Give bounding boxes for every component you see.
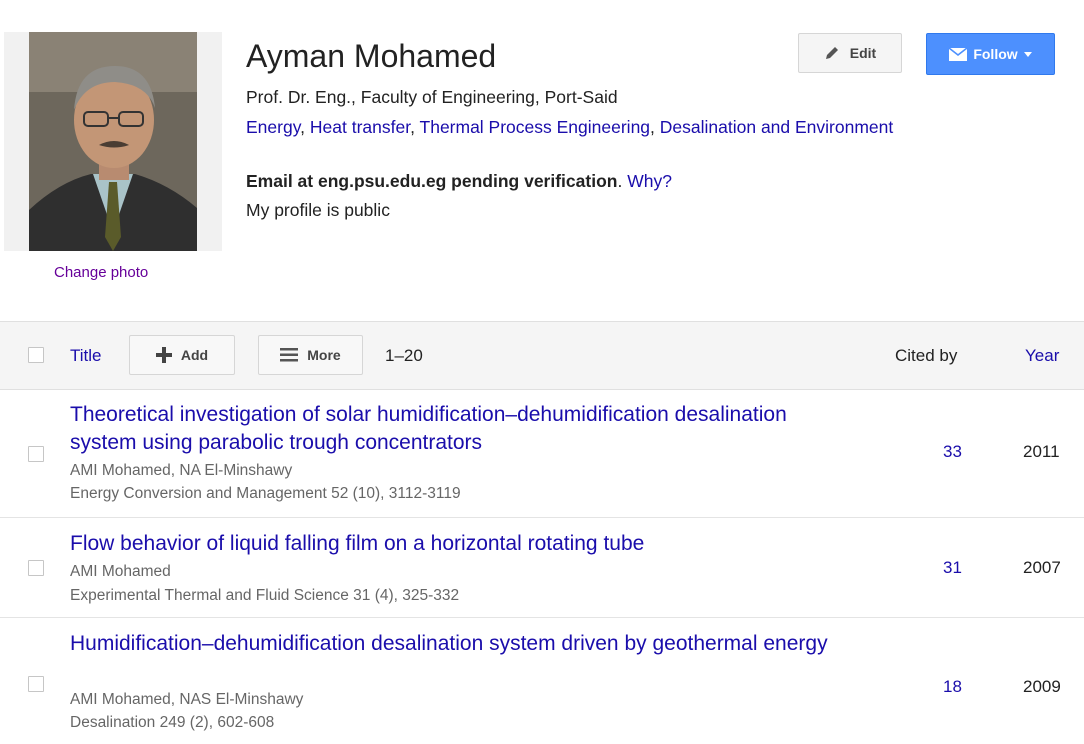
- add-button[interactable]: Add: [129, 335, 235, 375]
- plus-icon: [155, 347, 172, 363]
- interest-link[interactable]: Thermal Process Engineering: [420, 117, 651, 137]
- article-year: 2007: [1023, 558, 1061, 577]
- sort-by-year[interactable]: Year: [1025, 346, 1059, 366]
- why-link[interactable]: Why?: [627, 171, 672, 191]
- article-year: 2011: [1023, 442, 1060, 461]
- article-title-link[interactable]: Flow behavior of liquid falling film on …: [70, 530, 870, 558]
- cited-by-count[interactable]: 18: [943, 677, 962, 697]
- cited-by-header: Cited by: [895, 346, 958, 365]
- article-title-link[interactable]: Humidification–dehumidification desalina…: [70, 630, 850, 658]
- profile-photo: [29, 32, 197, 251]
- change-photo-link[interactable]: Change photo: [54, 264, 148, 281]
- more-button[interactable]: More: [258, 335, 363, 375]
- add-button-label: Add: [180, 347, 209, 363]
- interest-link[interactable]: Desalination and Environment: [660, 117, 893, 137]
- research-interests: Energy, Heat transfer, Thermal Process E…: [246, 117, 894, 137]
- select-all-checkbox[interactable]: [28, 347, 44, 363]
- more-button-label: More: [307, 347, 341, 363]
- results-range: 1–20: [385, 346, 423, 365]
- sort-by-title[interactable]: Title: [70, 346, 102, 366]
- envelope-icon: [949, 47, 968, 61]
- articles-table-header: Title Add More 1–20 Cited by Year: [0, 321, 1084, 390]
- article-title-link[interactable]: Theoretical investigation of solar humid…: [70, 401, 790, 457]
- interest-link[interactable]: Heat transfer: [310, 117, 410, 137]
- chevron-down-icon: [1023, 51, 1032, 57]
- edit-button[interactable]: Edit: [798, 33, 902, 73]
- table-row: Flow behavior of liquid falling film on …: [0, 518, 1084, 618]
- edit-button-label: Edit: [849, 45, 877, 61]
- email-status-text: Email at eng.psu.edu.eg pending verifica…: [246, 171, 618, 191]
- follow-button-label: Follow: [973, 46, 1018, 62]
- profile-photo-frame: [4, 32, 222, 251]
- article-venue: Energy Conversion and Management 52 (10)…: [70, 485, 461, 502]
- article-authors: AMI Mohamed: [70, 563, 171, 580]
- profile-visibility: My profile is public: [246, 200, 390, 220]
- table-row: Humidification–dehumidification desalina…: [0, 618, 1084, 744]
- article-venue: Desalination 249 (2), 602-608: [70, 714, 275, 731]
- table-row: Theoretical investigation of solar humid…: [0, 389, 1084, 518]
- row-checkbox[interactable]: [28, 446, 44, 462]
- cited-by-count[interactable]: 33: [943, 442, 962, 462]
- row-checkbox[interactable]: [28, 560, 44, 576]
- interest-link[interactable]: Energy: [246, 117, 300, 137]
- article-authors: AMI Mohamed, NA El-Minshawy: [70, 462, 293, 479]
- menu-icon: [280, 348, 299, 362]
- article-authors: AMI Mohamed, NAS El-Minshawy: [70, 691, 304, 708]
- email-status: Email at eng.psu.edu.eg pending verifica…: [246, 171, 672, 191]
- cited-by-count[interactable]: 31: [943, 558, 962, 578]
- pencil-icon: [825, 47, 838, 59]
- article-venue: Experimental Thermal and Fluid Science 3…: [70, 587, 460, 604]
- row-checkbox[interactable]: [28, 676, 44, 692]
- profile-name: Ayman Mohamed: [246, 38, 497, 74]
- article-year: 2009: [1023, 677, 1061, 696]
- profile-affiliation: Prof. Dr. Eng., Faculty of Engineering, …: [246, 87, 618, 107]
- profile-photo-image: [29, 32, 197, 251]
- follow-button[interactable]: Follow: [926, 33, 1055, 75]
